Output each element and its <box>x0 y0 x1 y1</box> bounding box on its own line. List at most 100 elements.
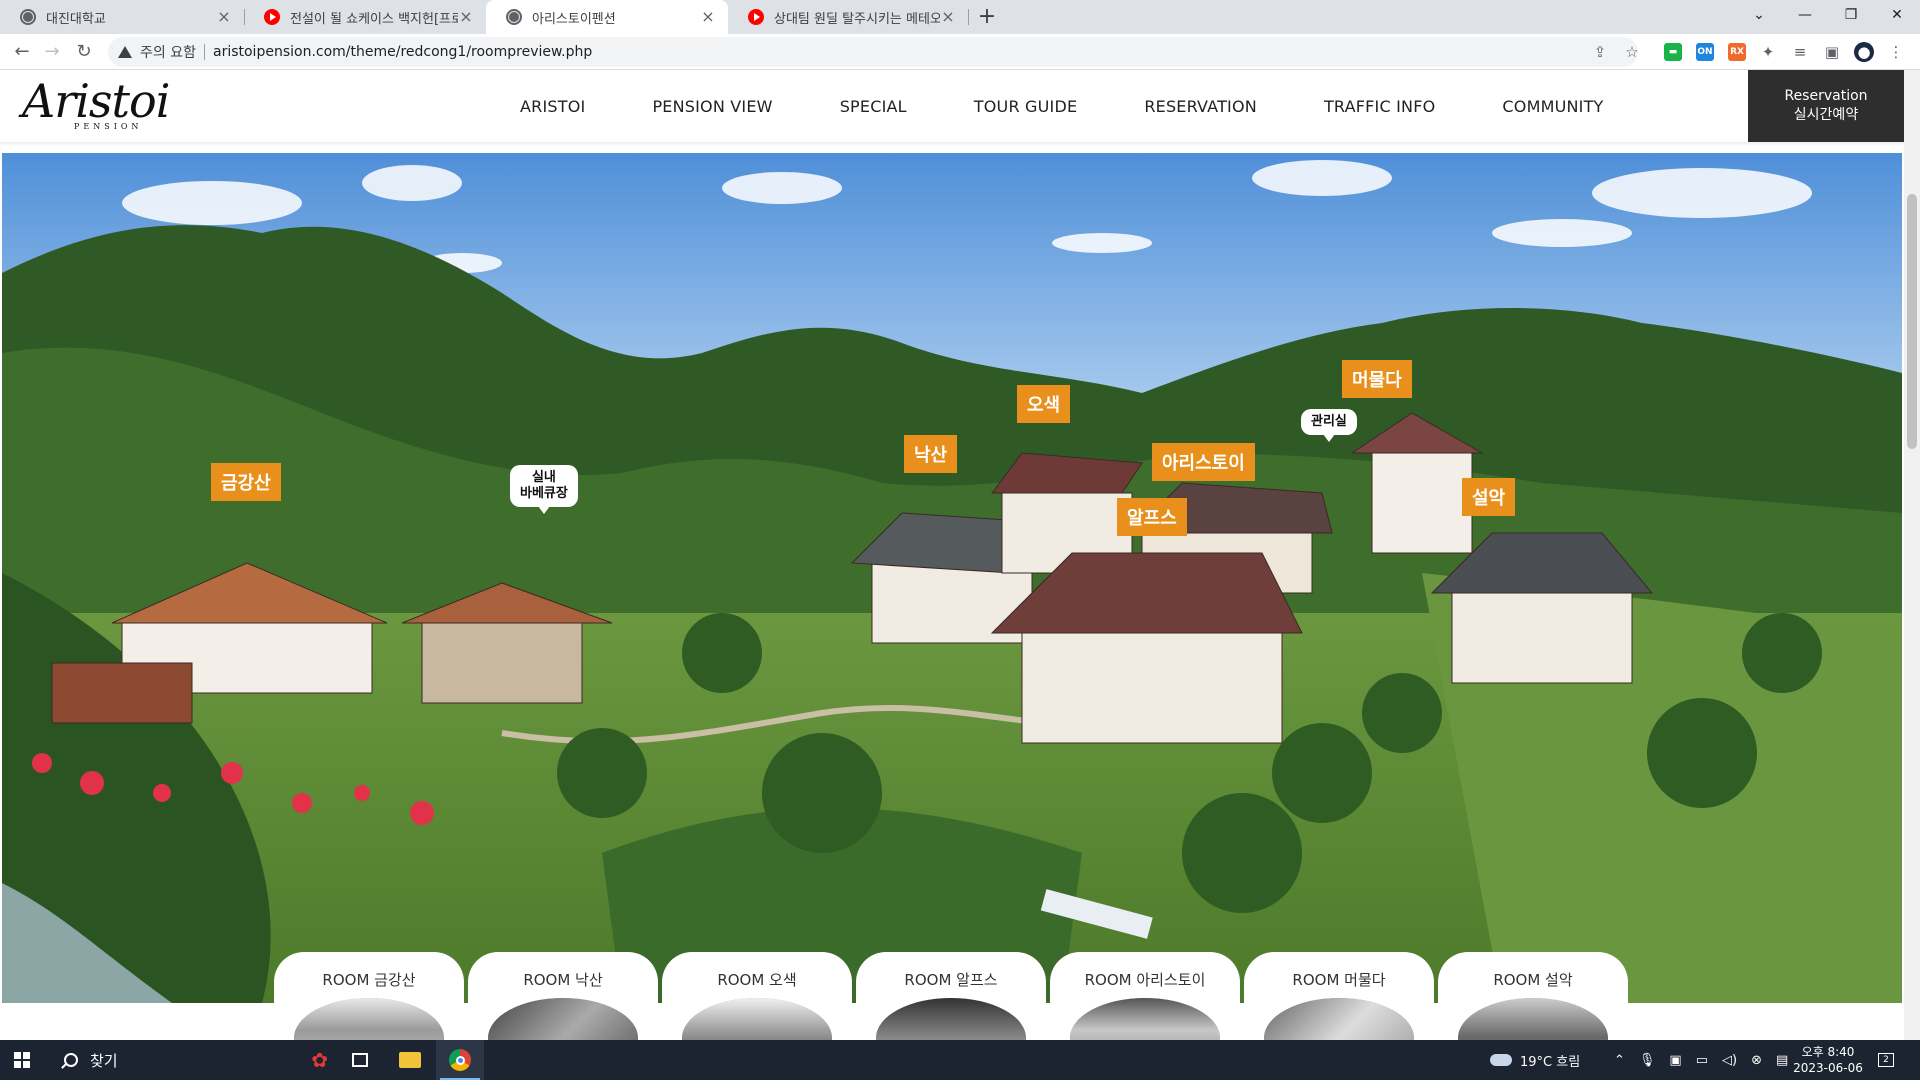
nav-traffic-info[interactable]: TRAFFIC INFO <box>1324 97 1435 116</box>
nav-special[interactable]: SPECIAL <box>840 97 907 116</box>
nav-pension-view[interactable]: PENSION VIEW <box>652 97 772 116</box>
clock-time: 오후 8:40 <box>1801 1045 1855 1059</box>
volume-icon[interactable]: ◁) <box>1722 1053 1737 1068</box>
task-view-icon[interactable] <box>336 1040 384 1080</box>
notification-center-icon[interactable]: 2 <box>1878 1040 1894 1080</box>
tab-title: 상대팀 원딜 탈주시키는 메테오 <box>774 11 940 27</box>
room-tab-label: ROOM 금강산 <box>322 971 416 989</box>
tab-title: 아리스토이펜션 <box>532 11 616 27</box>
url-text[interactable]: aristoipension.com/theme/redcong1/roompr… <box>213 44 592 60</box>
back-icon[interactable]: ← <box>8 38 36 66</box>
nav-aristoi[interactable]: ARISTOI <box>520 97 585 116</box>
scrollbar-thumb[interactable] <box>1907 194 1917 449</box>
weather-widget[interactable]: 19°C 흐림 <box>1490 1040 1580 1080</box>
room-tab-meomulda[interactable]: ROOM 머물다 <box>1244 952 1434 1078</box>
nav-tour-guide[interactable]: TOUR GUIDE <box>974 97 1078 116</box>
bbq-label-line2: 바베큐장 <box>520 486 568 501</box>
nav-community[interactable]: COMMUNITY <box>1502 97 1603 116</box>
facility-marker-bbq[interactable]: 실내 바베큐장 <box>510 465 578 514</box>
extension-green-icon[interactable]: ▬ <box>1664 43 1682 61</box>
file-explorer-icon[interactable] <box>386 1040 434 1080</box>
room-tab-naksan[interactable]: ROOM 낙산 <box>468 952 658 1078</box>
windows-start-icon[interactable] <box>14 1052 30 1068</box>
tab-close-icon[interactable]: × <box>458 9 474 25</box>
side-panel-icon[interactable]: ▣ <box>1822 42 1842 62</box>
room-marker-aristoi[interactable]: 아리스토이 <box>1152 443 1255 481</box>
ime-status-icon[interactable]: ⊗ <box>1751 1053 1762 1068</box>
omnibox-divider <box>203 44 205 60</box>
browser-tab[interactable]: 상대팀 원딜 탈주시키는 메테오 × <box>728 0 968 34</box>
room-marker-naksan[interactable]: 낙산 <box>904 435 958 473</box>
search-highlight-flower-icon[interactable]: ✿ <box>311 1048 328 1072</box>
browser-toolbar: ← → ↻ 주의 요함 aristoipension.com/theme/red… <box>0 34 1920 70</box>
reservation-label-en: Reservation <box>1784 88 1868 104</box>
window-close-icon[interactable]: ✕ <box>1874 0 1920 34</box>
microphone-icon[interactable]: 🎙 <box>1639 1053 1656 1068</box>
tab-divider <box>968 9 969 25</box>
network-icon[interactable]: ▭ <box>1696 1053 1708 1068</box>
room-marker-seorak[interactable]: 설악 <box>1462 478 1516 516</box>
reading-list-icon[interactable]: ≡ <box>1790 42 1810 62</box>
tab-close-icon[interactable]: × <box>216 9 232 25</box>
extension-rx-icon[interactable]: RX <box>1728 43 1746 61</box>
logo-script: Aristoi <box>22 74 170 128</box>
security-status[interactable]: 주의 요함 <box>140 42 196 62</box>
taskbar-clock[interactable]: 오후 8:40 2023-06-06 <box>1790 1044 1866 1076</box>
forward-icon[interactable]: → <box>38 38 66 66</box>
address-bar[interactable]: 주의 요함 aristoipension.com/theme/redcong1/… <box>108 37 1638 67</box>
new-tab-button[interactable]: + <box>974 4 1000 30</box>
bookmark-star-icon[interactable]: ☆ <box>1622 42 1642 62</box>
room-marker-osaek[interactable]: 오색 <box>1017 385 1071 423</box>
site-logo[interactable]: Aristoi PENSION <box>18 74 170 136</box>
minimize-icon[interactable]: — <box>1782 0 1828 34</box>
facility-marker-office[interactable]: 관리실 <box>1301 409 1357 442</box>
room-tab-seorak[interactable]: ROOM 설악 <box>1438 952 1628 1078</box>
cloud-icon <box>1490 1054 1512 1066</box>
pension-aerial-view: 금강산 실내 바베큐장 낙산 오색 아리스토이 알프스 관리실 머물다 설악 <box>2 153 1902 1003</box>
tray-app-icon[interactable]: ▣ <box>1669 1053 1681 1068</box>
clock-date: 2023-06-06 <box>1793 1061 1863 1075</box>
room-marker-geumgangsan[interactable]: 금강산 <box>211 463 281 501</box>
profile-avatar-icon[interactable]: ● <box>1854 42 1874 62</box>
browser-tab[interactable]: 대진대학교 × <box>0 0 244 34</box>
youtube-icon <box>264 9 280 25</box>
reload-icon[interactable]: ↻ <box>70 38 98 66</box>
bbq-label-line1: 실내 <box>531 470 556 485</box>
search-placeholder: 찾기 <box>90 1051 118 1070</box>
room-tab-label: ROOM 머물다 <box>1292 971 1386 989</box>
windows-taskbar: 찾기 ✿ 19°C 흐림 ⌃ 🎙 ▣ ▭ ◁) ⊗ ▤ 오후 8:40 2023… <box>0 1040 1920 1080</box>
room-tab-osaek[interactable]: ROOM 오색 <box>662 952 852 1078</box>
extension-on-icon[interactable]: ON <box>1696 43 1714 61</box>
tab-search-icon[interactable]: ⌄ <box>1736 0 1782 34</box>
weather-text: 19°C 흐림 <box>1520 1054 1581 1070</box>
tab-title: 대진대학교 <box>46 11 106 27</box>
page-scrollbar[interactable] <box>1904 70 1920 1040</box>
site-header: Aristoi PENSION ARISTOI PENSION VIEW SPE… <box>0 70 1904 142</box>
browser-tab-active[interactable]: 아리스토이펜션 × <box>486 0 728 34</box>
room-tab-bar: ROOM 금강산 ROOM 낙산 ROOM 오색 ROOM 알프스 ROOM 아… <box>274 952 1634 1078</box>
share-icon[interactable]: ⇪ <box>1590 42 1610 62</box>
tray-chevron-icon[interactable]: ⌃ <box>1614 1053 1625 1068</box>
language-indicator-icon[interactable]: ▤ <box>1776 1053 1788 1068</box>
room-tab-geumgangsan[interactable]: ROOM 금강산 <box>274 952 464 1078</box>
room-tab-label: ROOM 오색 <box>717 971 797 989</box>
tab-close-icon[interactable]: × <box>700 9 716 25</box>
warning-icon[interactable] <box>118 46 132 58</box>
room-tab-aristoi[interactable]: ROOM 아리스토이 <box>1050 952 1240 1078</box>
globe-icon <box>506 9 522 25</box>
browser-tab[interactable]: 전설이 될 쇼케이스 백지헌[프로 × <box>244 0 486 34</box>
menu-kebab-icon[interactable]: ⋮ <box>1886 42 1906 62</box>
room-marker-alps[interactable]: 알프스 <box>1117 498 1187 536</box>
notification-count: 2 <box>1878 1053 1894 1067</box>
main-navigation: ARISTOI PENSION VIEW SPECIAL TOUR GUIDE … <box>520 70 1671 142</box>
realtime-reservation-button[interactable]: Reservation 실시간예약 <box>1748 70 1904 142</box>
room-tab-alps[interactable]: ROOM 알프스 <box>856 952 1046 1078</box>
tab-close-icon[interactable]: × <box>940 9 956 25</box>
extensions-puzzle-icon[interactable]: ✦ <box>1758 42 1778 62</box>
taskbar-search-box[interactable]: 찾기 ✿ <box>48 1040 340 1080</box>
room-marker-meomulda[interactable]: 머물다 <box>1342 360 1412 398</box>
nav-reservation[interactable]: RESERVATION <box>1144 97 1257 116</box>
youtube-icon <box>748 9 764 25</box>
chrome-taskbar-icon[interactable] <box>436 1040 484 1080</box>
restore-icon[interactable]: ❐ <box>1828 0 1874 34</box>
